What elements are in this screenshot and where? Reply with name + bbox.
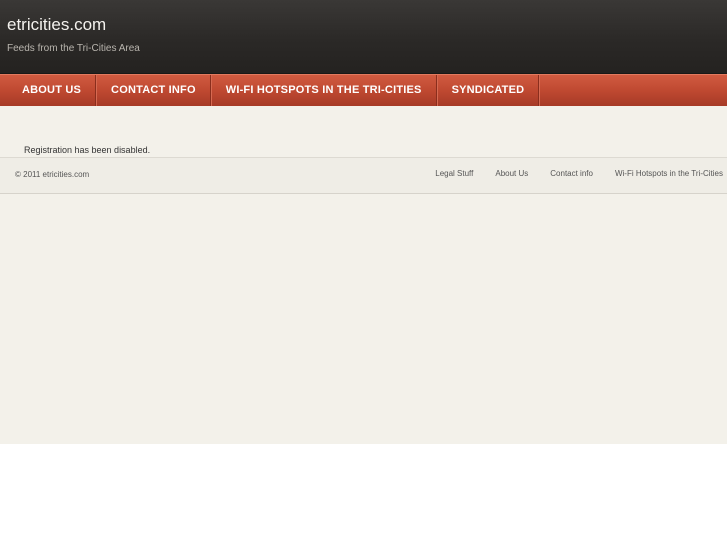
footer-link-legal-stuff[interactable]: Legal Stuff [435,169,473,178]
nav-item-syndicated[interactable]: Syndicated [437,75,540,106]
footer-link-about-us[interactable]: About Us [495,169,528,178]
main-nav: About Us Contact Info Wi-Fi Hotspots in … [0,74,727,107]
copyright-text: © 2011 etricities.com [15,170,90,179]
footer: © 2011 etricities.com Legal Stuff About … [0,157,727,194]
footer-link-contact-info[interactable]: Contact info [550,169,593,178]
nav-item-wifi-hotspots[interactable]: Wi-Fi Hotspots in the Tri-Cities [211,75,437,106]
footer-link-wifi-hotspots[interactable]: Wi-Fi Hotspots in the Tri-Cities [615,169,723,178]
main-content: Registration has been disabled. © 2011 e… [0,106,727,444]
site-header: etricities.com Feeds from the Tri-Cities… [0,0,727,74]
site-title-link[interactable]: etricities.com [7,15,106,35]
nav-item-contact-info[interactable]: Contact Info [96,75,211,106]
footer-links: Legal Stuff About Us Contact info Wi-Fi … [413,169,723,178]
site-description: Feeds from the Tri-Cities Area [7,43,140,54]
page: etricities.com Feeds from the Tri-Cities… [0,0,727,545]
nav-item-about-us[interactable]: About Us [0,75,97,106]
registration-notice: Registration has been disabled. [24,145,151,155]
